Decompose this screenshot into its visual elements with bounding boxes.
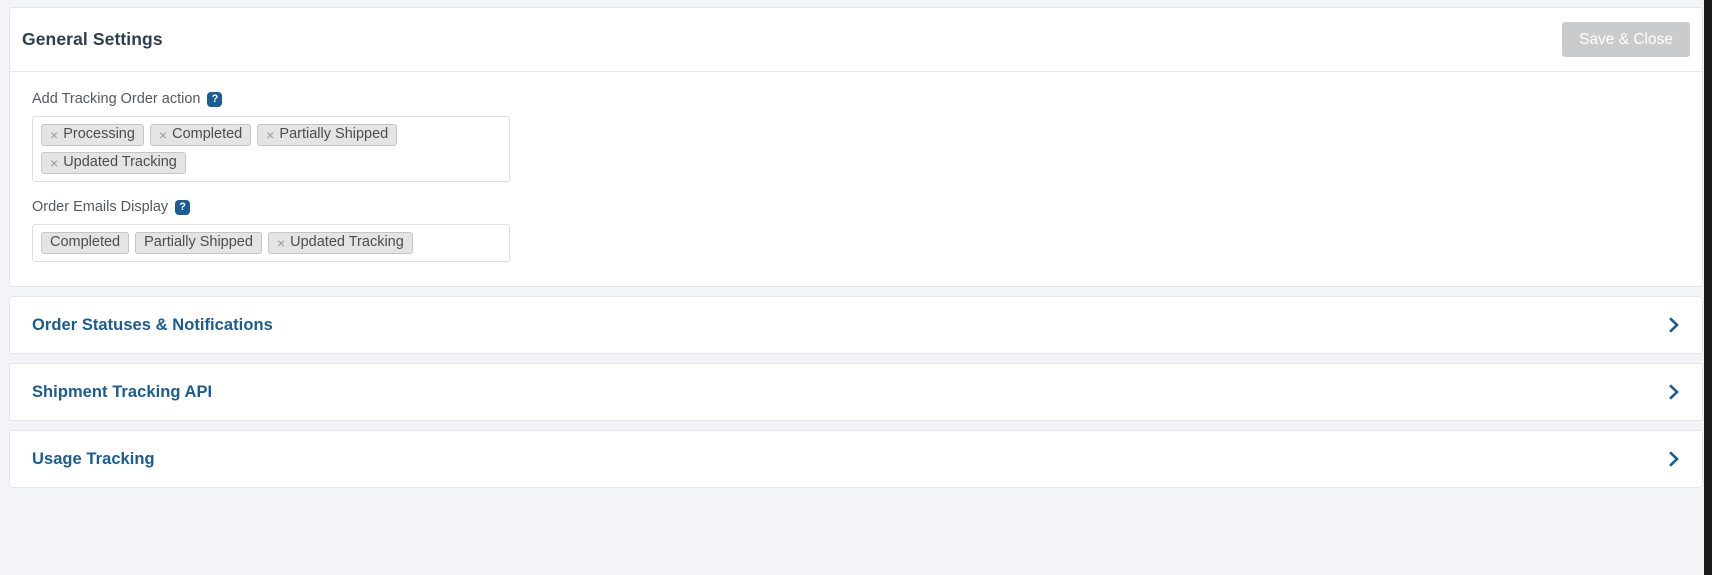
tag-item[interactable]: × Updated Tracking: [41, 152, 186, 174]
section-card: Shipment Tracking API: [9, 363, 1703, 421]
order-emails-display-multiselect[interactable]: Completed Partially Shipped × Updated Track…: [32, 224, 510, 262]
tag-label: Partially Shipped: [279, 126, 389, 143]
tag-label: Completed: [172, 126, 243, 143]
chevron-right-icon[interactable]: [1666, 317, 1682, 333]
close-x-icon[interactable]: ×: [277, 236, 285, 250]
accordion-sections: Order Statuses & Notifications Shipment T…: [0, 296, 1712, 488]
section-header-2[interactable]: Usage Tracking: [10, 431, 1702, 487]
tag-label: Completed: [50, 234, 121, 251]
tag-label: Updated Tracking: [290, 234, 404, 251]
section-card: Usage Tracking: [9, 430, 1703, 488]
help-question-icon[interactable]: ?: [175, 200, 191, 215]
field-order-emails-display: Order Emails Display ? Completed Partiall…: [32, 200, 1702, 262]
tag-item[interactable]: × Processing: [41, 124, 144, 146]
section-header-1[interactable]: Shipment Tracking API: [10, 364, 1702, 420]
field-label: Order Emails Display ?: [32, 200, 1702, 215]
field-label: Add Tracking Order action ?: [32, 92, 1702, 107]
save-and-close-button[interactable]: Save & Close: [1562, 21, 1690, 58]
chevron-right-icon[interactable]: [1666, 451, 1682, 467]
general-settings-header: General Settings Save & Close: [10, 8, 1702, 72]
tag-label: Processing: [63, 126, 135, 143]
field-add-tracking-order-action: Add Tracking Order action ? × Processing ×…: [32, 92, 1702, 182]
close-x-icon[interactable]: ×: [159, 128, 167, 142]
settings-page: General Settings Save & Close Add Tracki…: [0, 0, 1712, 575]
section-title: Shipment Tracking API: [32, 382, 213, 401]
section-title: Order Statuses & Notifications: [32, 315, 273, 334]
scrollbar[interactable]: [1704, 0, 1712, 575]
tag-item[interactable]: × Completed: [149, 124, 252, 146]
tag-label: Partially Shipped: [144, 234, 253, 251]
page-title: General Settings: [22, 29, 163, 49]
tag-item[interactable]: Completed: [41, 232, 130, 254]
close-x-icon[interactable]: ×: [50, 156, 58, 170]
close-x-icon[interactable]: ×: [266, 128, 274, 142]
section-header-0[interactable]: Order Statuses & Notifications: [10, 297, 1702, 353]
field-label-text: Order Emails Display: [32, 199, 169, 216]
general-settings-body: Add Tracking Order action ? × Processing ×…: [10, 72, 1702, 286]
tag-item[interactable]: Partially Shipped: [135, 232, 262, 254]
tag-item[interactable]: × Partially Shipped: [257, 124, 398, 146]
chevron-right-icon[interactable]: [1666, 384, 1682, 400]
tag-label: Updated Tracking: [63, 154, 177, 171]
help-question-icon[interactable]: ?: [207, 92, 223, 107]
section-card: Order Statuses & Notifications: [9, 296, 1703, 354]
close-x-icon[interactable]: ×: [50, 128, 58, 142]
field-label-text: Add Tracking Order action: [32, 91, 201, 108]
add-tracking-order-action-multiselect[interactable]: × Processing × Completed × Partially Shipped ×…: [32, 116, 510, 182]
tag-item[interactable]: × Updated Tracking: [267, 232, 413, 254]
general-settings-card: General Settings Save & Close Add Tracki…: [9, 7, 1703, 287]
section-title: Usage Tracking: [32, 449, 155, 468]
